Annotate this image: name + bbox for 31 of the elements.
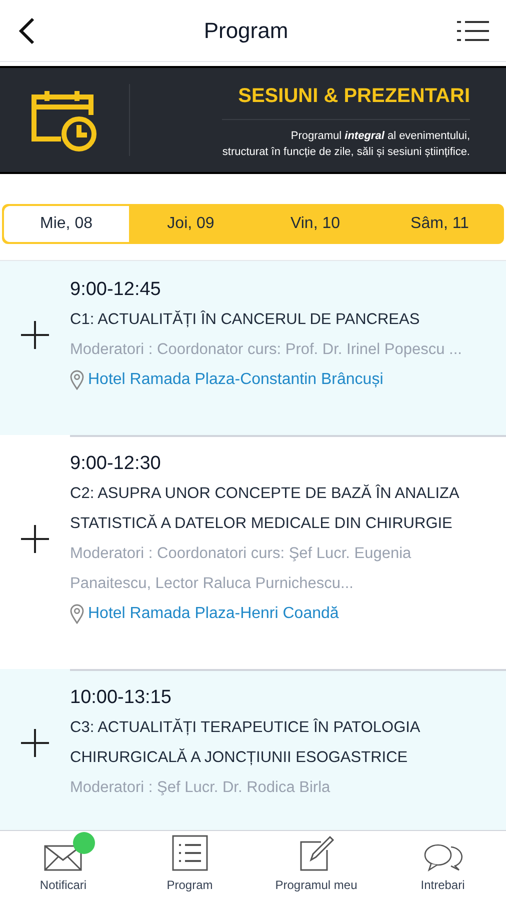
session-time: 9:00-12:30 (70, 452, 162, 476)
plus-icon[interactable] (20, 524, 50, 554)
banner-description-line: structurat în funcție de zile, săli și sesiuni științifice. (222, 144, 470, 160)
session-time: 10:00-13:15 (70, 686, 172, 710)
banner-title: SESIUNI & PREZENTARI (222, 80, 470, 120)
session-moderators: Moderatori : Şef Lucr. Dr. Rodica Birla (70, 778, 332, 798)
location-pin-icon (70, 370, 84, 390)
plus-icon[interactable] (20, 728, 50, 758)
session-moderators: Moderatori : Coordonator curs: Prof. Dr. Irinel Popescu ... (70, 340, 462, 360)
session-moderators: Moderatori : Coordonatori curs: Şef Lucr. Eugenia Panaitescu, Lector Raluca Purnichescu... (70, 544, 412, 594)
plus-icon[interactable] (20, 320, 50, 350)
location-link[interactable]: Hotel Ramada Plaza-Henri Coandă (88, 599, 339, 629)
tab-bar-item[interactable]: Programul meu (253, 831, 380, 900)
session-title: C1: ACTUALITĂȚI ÎN CANCERUL DE PANCREAS (70, 310, 421, 330)
session-time: 9:00-12:45 (70, 278, 162, 302)
page-title: Program (204, 17, 288, 45)
session-row[interactable]: 9:00-12:45 C1: ACTUALITĂȚI ÎN CANCERUL DE PANCREAS Moderatori : Coordonator curs: Prof. Dr. Irinel Popescu ... Hotel Ramada Plaza-Constantin Brâncuși (0, 261, 506, 435)
session-title: C2: ASUPRA UNOR CONCEPTE DE BAZĂ ÎN ANALIZA STATISTICĂ A DATELOR MEDICALE DIN CHIRURGIE (70, 484, 460, 534)
tab-bar-item[interactable]: Notificari (0, 831, 126, 900)
back-icon[interactable] (16, 16, 36, 46)
tab-bar-item[interactable]: Intrebari (380, 831, 506, 900)
tab-bar-item[interactable]: Program (126, 831, 253, 900)
list-icon (170, 834, 209, 872)
banner-description-line: Programul integral al evenimentului, (290, 128, 470, 144)
session-title: C3: ACTUALITĂȚI TERAPEUTICE ÎN PATOLOGIA CHIRURGICALĂ A JONCȚIUNII ESOGASTRICE (70, 718, 421, 768)
chat-icon (422, 842, 463, 872)
day-tab[interactable]: Mie, 08 (4, 206, 128, 242)
session-row[interactable]: 10:00-13:15 C3: ACTUALITĂȚI TERAPEUTICE ÎN PATOLOGIA CHIRURGICALĂ A JONCȚIUNII ESOGASTRICE Moderatori : Şef Lucr. Dr. Rodica Birla (0, 669, 506, 830)
location-pin-icon (70, 604, 84, 624)
location-link[interactable]: Hotel Ramada Plaza-Constantin Brâncuși (88, 365, 384, 395)
menu-icon[interactable] (456, 18, 490, 42)
